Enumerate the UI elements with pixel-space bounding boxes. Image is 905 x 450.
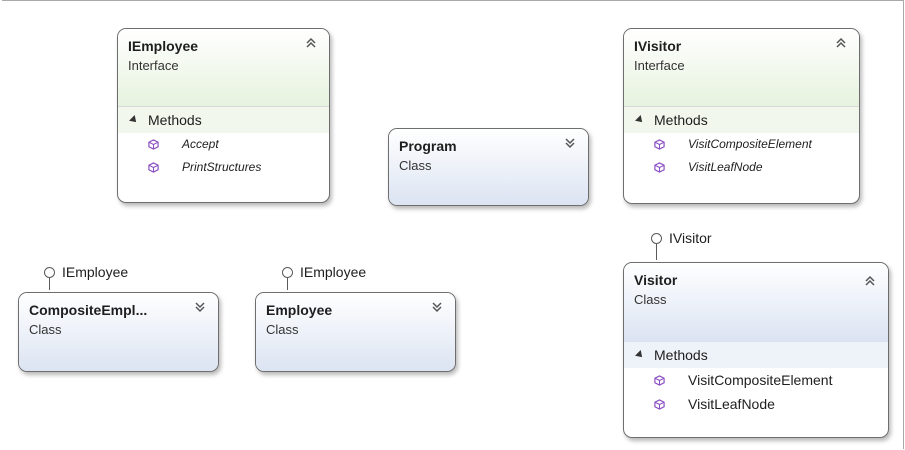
collapse-triangle-icon[interactable] (635, 115, 645, 125)
method-item[interactable]: VisitCompositeElement (624, 133, 859, 156)
shape-title: Visitor (634, 272, 678, 288)
shape-employee[interactable]: Employee Class (255, 292, 456, 372)
expand-double-chevron-down-icon[interactable] (431, 301, 443, 315)
method-cube-icon (654, 399, 665, 410)
shape-kind: Class (634, 292, 667, 307)
shape-title: Program (399, 138, 457, 154)
shape-composite-employee[interactable]: CompositeEmpl... Class (18, 292, 219, 372)
methods-section-header[interactable]: Methods (624, 107, 859, 133)
shape-title: Employee (266, 302, 333, 318)
interface-label: IVisitor (669, 230, 712, 246)
method-item[interactable]: PrintStructures (118, 156, 329, 179)
interface-label: IEmployee (300, 264, 367, 280)
shape-ivisitor[interactable]: IVisitor Interface Methods VisitComposit… (623, 28, 860, 204)
shape-title: IEmployee (128, 38, 199, 54)
expand-double-chevron-down-icon[interactable] (194, 301, 206, 315)
collapse-double-chevron-up-icon[interactable] (864, 275, 876, 289)
method-item[interactable]: VisitLeafNode (624, 392, 888, 416)
shape-iemployee[interactable]: IEmployee Interface Methods Accept Print… (117, 28, 330, 203)
collapse-double-chevron-up-icon[interactable] (305, 37, 317, 51)
method-item[interactable]: Accept (118, 133, 329, 156)
shape-title: CompositeEmpl... (29, 302, 148, 318)
methods-section-header[interactable]: Methods (118, 107, 329, 133)
methods-section-header[interactable]: Methods (624, 342, 888, 368)
interface-label: IEmployee (62, 264, 129, 280)
interface-circle (282, 267, 293, 278)
shape-kind: Interface (128, 58, 179, 73)
collapse-triangle-icon[interactable] (129, 115, 139, 125)
collapse-triangle-icon[interactable] (635, 350, 645, 360)
shape-kind: Class (399, 158, 432, 173)
lollipop-interface-icon: IEmployee (44, 264, 184, 293)
method-cube-icon (148, 139, 159, 150)
interface-circle (651, 233, 662, 244)
expand-double-chevron-down-icon[interactable] (564, 137, 576, 151)
shape-kind: Class (266, 322, 299, 337)
shape-program[interactable]: Program Class (388, 128, 589, 206)
method-cube-icon (148, 162, 159, 173)
collapse-double-chevron-up-icon[interactable] (835, 37, 847, 51)
shape-title: IVisitor (634, 38, 682, 54)
shape-kind: Interface (634, 58, 685, 73)
method-item[interactable]: VisitLeafNode (624, 156, 859, 179)
shape-kind: Class (29, 322, 62, 337)
method-cube-icon (654, 139, 665, 150)
interface-circle (44, 267, 55, 278)
shape-visitor[interactable]: Visitor Class Methods VisitCompositeElem… (623, 262, 889, 438)
lollipop-interface-icon: IVisitor (651, 230, 771, 263)
lollipop-interface-icon: IEmployee (282, 264, 422, 293)
method-cube-icon (654, 162, 665, 173)
method-item[interactable]: VisitCompositeElement (624, 368, 888, 392)
method-cube-icon (654, 375, 665, 386)
